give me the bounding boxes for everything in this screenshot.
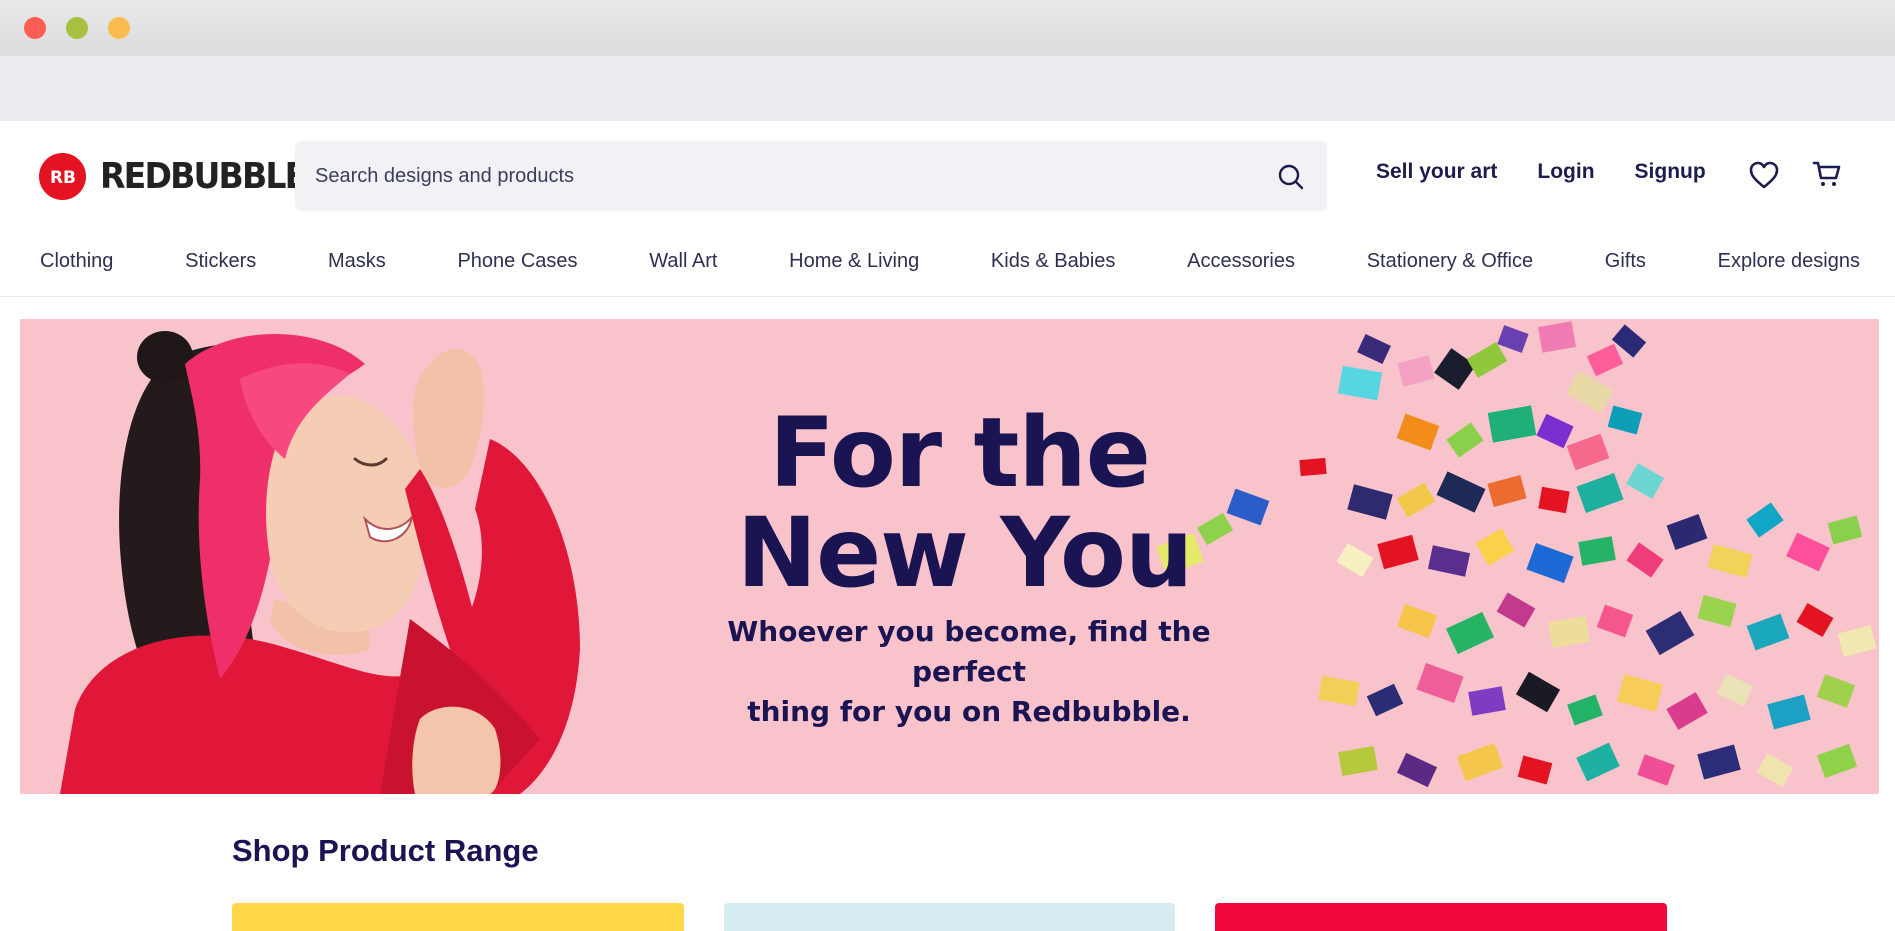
category-explore-designs[interactable]: Explore designs <box>1718 250 1860 273</box>
category-masks[interactable]: Masks <box>328 250 386 273</box>
category-gifts[interactable]: Gifts <box>1605 250 1646 273</box>
product-range-card[interactable] <box>724 903 1175 931</box>
window-minimize-button[interactable] <box>66 17 88 39</box>
category-kids-babies[interactable]: Kids & Babies <box>991 250 1116 273</box>
hero-title-line2: New You <box>736 497 1194 609</box>
sell-your-art-link[interactable]: Sell your art <box>1376 160 1497 184</box>
cart-icon[interactable] <box>1812 159 1842 189</box>
search-bar <box>295 141 1327 211</box>
browser-toolbar <box>0 56 1895 121</box>
logo-mark-icon: RB <box>39 153 86 200</box>
header-links: Sell your art Login Signup <box>1376 160 1706 184</box>
heart-icon[interactable] <box>1748 160 1780 190</box>
window-maximize-button[interactable] <box>108 17 130 39</box>
product-range-card[interactable] <box>1215 903 1667 931</box>
window-close-button[interactable] <box>24 17 46 39</box>
logo-wordmark: REDBUBBLE <box>100 156 307 197</box>
category-clothing[interactable]: Clothing <box>40 250 113 273</box>
window-titlebar <box>0 0 1895 56</box>
hero-subtitle: Whoever you become, find the perfect thi… <box>669 612 1269 732</box>
hero-subtitle-line2: thing for you on Redbubble. <box>747 695 1191 728</box>
category-home-living[interactable]: Home & Living <box>789 250 919 273</box>
category-wall-art[interactable]: Wall Art <box>649 250 717 273</box>
search-input[interactable] <box>315 141 1245 211</box>
search-icon[interactable] <box>1277 163 1305 191</box>
signup-link[interactable]: Signup <box>1635 160 1706 184</box>
logo-initials: RB <box>49 168 75 187</box>
category-phone-cases[interactable]: Phone Cases <box>457 250 577 273</box>
login-link[interactable]: Login <box>1537 160 1594 184</box>
shop-product-range-title: Shop Product Range <box>232 833 539 868</box>
hero-title-line1: For the <box>769 397 1151 509</box>
hero-banner[interactable]: For the New You Whoever you become, find… <box>20 319 1879 794</box>
hero-title: For the New You <box>20 403 1879 603</box>
product-range-card[interactable] <box>232 903 684 931</box>
redbubble-logo[interactable]: RB REDBUBBLE <box>39 153 323 200</box>
hero-subtitle-line1: Whoever you become, find the perfect <box>727 615 1211 688</box>
category-stickers[interactable]: Stickers <box>185 250 256 273</box>
category-stationery-office[interactable]: Stationery & Office <box>1367 250 1533 273</box>
category-accessories[interactable]: Accessories <box>1187 250 1295 273</box>
category-nav: Clothing Stickers Masks Phone Cases Wall… <box>40 250 1860 273</box>
